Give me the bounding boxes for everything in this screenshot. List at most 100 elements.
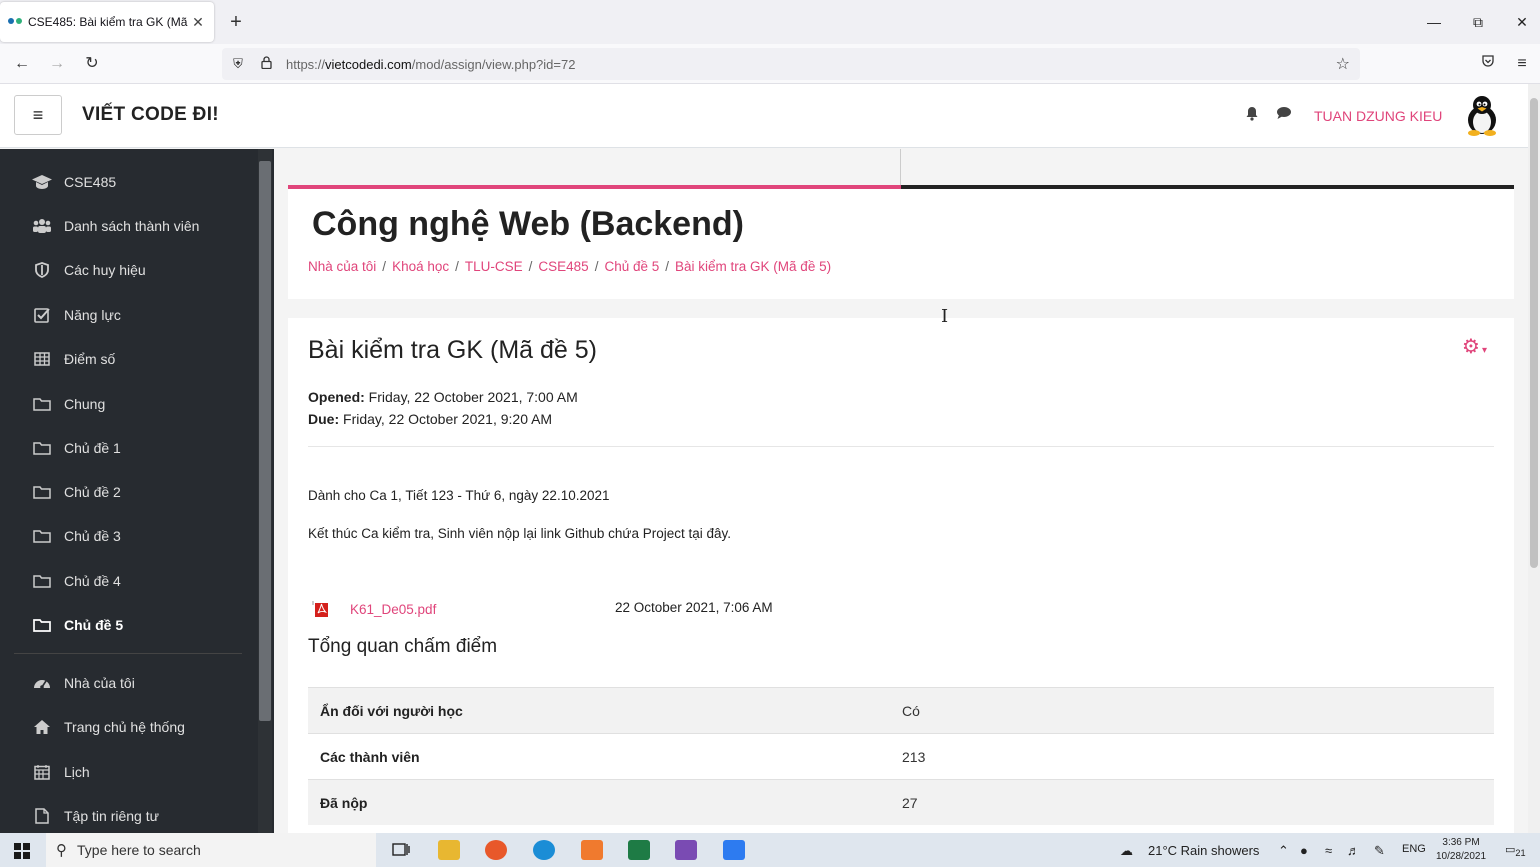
sidebar-item-course[interactable]: CSE485	[32, 173, 116, 191]
sidebar-scrollbar-thumb[interactable]	[259, 161, 271, 721]
graduation-cap-icon	[32, 173, 52, 191]
sidebar-item-competencies[interactable]: Năng lực	[32, 306, 121, 324]
sidebar-item-label: Chủ đề 5	[64, 617, 124, 633]
zoom-icon[interactable]	[723, 840, 745, 860]
calendar-icon	[32, 763, 52, 781]
notification-bell-icon[interactable]	[1245, 106, 1259, 125]
sidebar-item-topic-3[interactable]: Chủ đề 3	[32, 527, 121, 545]
dashboard-icon	[32, 674, 52, 692]
clock-date: 10/28/2021	[1436, 851, 1487, 862]
sidebar-item-private-files[interactable]: Tập tin riêng tư	[32, 807, 159, 825]
settings-gear-icon[interactable]: ⚙ ▾	[1462, 334, 1487, 359]
microphone-icon[interactable]: ●	[1300, 843, 1308, 858]
new-tab-button[interactable]: +	[226, 10, 246, 34]
pdf-file-icon	[312, 600, 330, 618]
sidebar-item-label: Chung	[64, 396, 106, 412]
edge-icon[interactable]	[533, 840, 555, 860]
sidebar-item-label: Chủ đề 3	[64, 528, 121, 544]
tracking-shield-icon[interactable]: ⛨	[226, 56, 250, 72]
pen-icon[interactable]: ✎	[1374, 843, 1385, 859]
table-row-key: Các thành viên	[320, 748, 420, 765]
task-view-icon[interactable]	[390, 840, 412, 860]
drawer-toggle-button[interactable]: ≡	[14, 95, 62, 135]
assignment-description-line-2: Kết thúc Ca kiểm tra, Sinh viên nộp lại …	[308, 526, 731, 541]
sidebar-item-participants[interactable]: Danh sách thành viên	[32, 217, 199, 235]
user-avatar[interactable]	[1462, 94, 1502, 136]
site-favicon-icon	[8, 18, 22, 26]
volume-icon[interactable]: ♬	[1347, 843, 1360, 858]
language-indicator[interactable]: ENG	[1402, 843, 1426, 855]
back-arrow-icon[interactable]: ←	[10, 52, 34, 76]
grading-summary-table: Ẩn đối với người học Có Các thành viên 2…	[308, 687, 1494, 825]
assignment-card: Bài kiểm tra GK (Mã đề 5) ⚙ ▾ Opened: Fri…	[288, 318, 1514, 833]
sidebar-item-dashboard[interactable]: Nhà của tôi	[32, 674, 135, 692]
restore-icon[interactable]: ⧉	[1463, 10, 1493, 34]
weather-icon[interactable]: ☁	[1120, 843, 1133, 859]
breadcrumb-separator: /	[665, 259, 670, 274]
sidebar-item-calendar[interactable]: Lịch	[32, 763, 90, 781]
search-icon: ⚲	[56, 842, 67, 859]
attachment: K61_De05.pdf	[312, 600, 436, 618]
wifi-icon[interactable]: ≈	[1325, 843, 1332, 858]
browser-tab[interactable]: CSE485: Bài kiểm tra GK (Mã đề ✕	[0, 2, 214, 42]
system-clock[interactable]: 3:36 PM 10/28/2021	[1436, 836, 1486, 864]
table-row-value: Có	[902, 702, 920, 719]
breadcrumb-link-category[interactable]: TLU-CSE	[465, 259, 523, 274]
url-text[interactable]: https://vietcodedi.com/mod/assign/view.p…	[286, 57, 575, 72]
bookmark-star-icon[interactable]: ☆	[1336, 54, 1350, 74]
breadcrumb-separator: /	[382, 259, 387, 274]
table-row: Đã nộp 27	[308, 779, 1494, 825]
breadcrumb-link-courses[interactable]: Khoá học	[392, 259, 449, 274]
windows-start-icon[interactable]	[14, 843, 30, 859]
tab-title: CSE485: Bài kiểm tra GK (Mã đề	[28, 15, 190, 29]
notification-center-icon[interactable]: ▭21	[1505, 843, 1526, 858]
divider	[308, 446, 1494, 447]
app-menu-icon[interactable]: ≡	[1510, 52, 1534, 76]
notification-count: 21	[1515, 848, 1526, 859]
messages-icon[interactable]	[1276, 106, 1292, 124]
lock-icon[interactable]	[254, 56, 278, 72]
sidebar-item-general[interactable]: Chung	[32, 395, 105, 413]
sidebar-item-topic-2[interactable]: Chủ đề 2	[32, 483, 121, 501]
sidebar-item-grades[interactable]: Điểm số	[32, 350, 115, 368]
phpstorm-icon[interactable]	[675, 840, 697, 860]
user-menu-name[interactable]: TUAN DZUNG KIEU	[1314, 108, 1442, 124]
folder-icon	[32, 395, 52, 413]
due-label: Due:	[308, 411, 340, 427]
check-square-icon	[32, 306, 52, 324]
tab-close-icon[interactable]: ✕	[190, 14, 206, 31]
xampp-icon[interactable]	[581, 840, 603, 860]
weather-text[interactable]: 21°C Rain showers	[1148, 843, 1259, 858]
url-prefix: https://	[286, 56, 326, 72]
due-value: Friday, 22 October 2021, 9:20 AM	[343, 411, 553, 427]
sidebar-item-topic-4[interactable]: Chủ đề 4	[32, 572, 121, 590]
sidebar-item-topic-5[interactable]: Chủ đề 5	[32, 616, 123, 634]
pocket-icon[interactable]	[1476, 52, 1500, 76]
address-bar[interactable]: ⛨ https://vietcodedi.com/mod/assign/view…	[222, 48, 1360, 80]
tray-chevron-icon[interactable]: ⌃	[1278, 843, 1289, 859]
forward-arrow-icon[interactable]: →	[45, 52, 69, 76]
site-brand[interactable]: VIẾT CODE ĐI!	[82, 104, 219, 126]
opened-label: Opened:	[308, 389, 365, 405]
sidebar-item-label: Tập tin riêng tư	[64, 808, 159, 824]
file-icon	[32, 807, 52, 825]
sidebar-item-label: Chủ đề 4	[64, 573, 121, 589]
reload-icon[interactable]: ↻	[80, 52, 104, 76]
nav-drawer: CSE485 Danh sách thành viên Các huy hiệu…	[0, 149, 274, 833]
breadcrumb-link-assignment[interactable]: Bài kiểm tra GK (Mã đề 5)	[675, 259, 831, 274]
breadcrumb-link-course[interactable]: CSE485	[538, 259, 588, 274]
minimize-icon[interactable]: —	[1419, 10, 1449, 34]
sidebar-item-badges[interactable]: Các huy hiệu	[32, 261, 146, 279]
breadcrumb-link-topic[interactable]: Chủ đề 5	[604, 259, 659, 274]
sidebar-item-topic-1[interactable]: Chủ đề 1	[32, 439, 121, 457]
firefox-icon[interactable]	[485, 840, 507, 860]
attachment-link[interactable]: K61_De05.pdf	[350, 602, 436, 617]
folder-icon	[32, 439, 52, 457]
file-explorer-icon[interactable]	[438, 840, 460, 860]
taskbar-search-box[interactable]: ⚲ Type here to search	[46, 833, 376, 867]
excel-icon[interactable]	[628, 840, 650, 860]
window-close-icon[interactable]: ✕	[1507, 10, 1537, 34]
page-scrollbar-thumb[interactable]	[1530, 98, 1538, 568]
sidebar-item-site-home[interactable]: Trang chủ hệ thống	[32, 718, 185, 736]
breadcrumb-link-dashboard[interactable]: Nhà của tôi	[308, 259, 376, 274]
